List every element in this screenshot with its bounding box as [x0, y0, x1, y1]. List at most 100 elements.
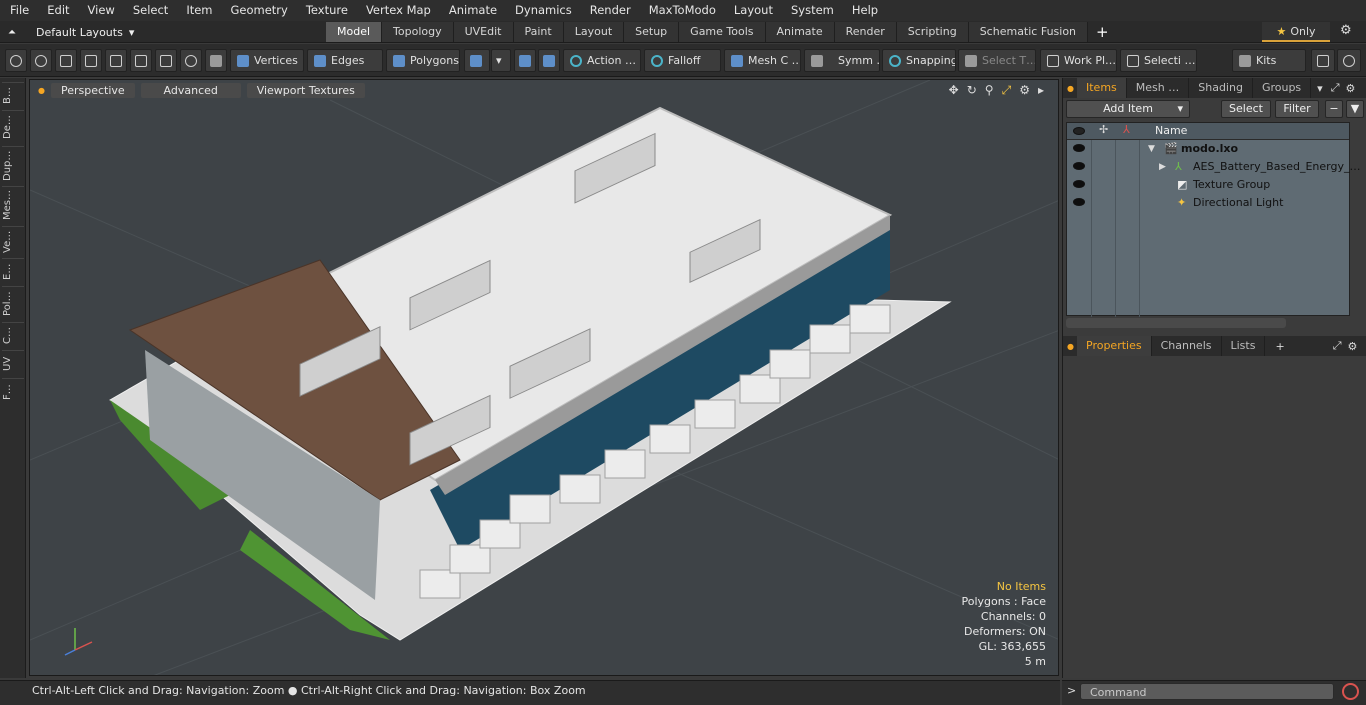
collapse-button[interactable]: −	[1325, 100, 1343, 118]
item-row-directional-light[interactable]: ✦ Directional Light	[1067, 194, 1349, 212]
funnel-button[interactable]: ▼	[1346, 100, 1364, 118]
expand-icon[interactable]: ⤢	[1333, 339, 1342, 353]
menu-render[interactable]: Render	[581, 0, 640, 21]
menu-vertex-map[interactable]: Vertex Map	[357, 0, 440, 21]
transform-button[interactable]	[105, 49, 127, 72]
tab-setup[interactable]: Setup	[624, 22, 680, 42]
symmetry-y-button[interactable]	[538, 49, 560, 72]
edges-button[interactable]: Edges	[307, 49, 383, 72]
tab-model[interactable]: Model	[326, 22, 383, 42]
cube-view-button[interactable]	[1311, 49, 1335, 72]
visibility-icon[interactable]	[1073, 198, 1085, 206]
brush-button[interactable]	[80, 49, 102, 72]
left-tab-basic[interactable]: B…	[2, 82, 24, 108]
add-item-button[interactable]: Add Item ▾	[1066, 100, 1190, 118]
pie-button[interactable]	[180, 49, 202, 72]
left-tab-duplicate[interactable]: Dup…	[2, 146, 24, 184]
selection-sets-button[interactable]: Selecti …	[1120, 49, 1197, 72]
material-dropdown[interactable]: ▾	[491, 49, 511, 72]
left-tab-edge[interactable]: E…	[2, 258, 24, 284]
gear-icon[interactable]: ⚙	[1348, 340, 1358, 353]
item-mode-button[interactable]	[205, 49, 227, 72]
menu-animate[interactable]: Animate	[440, 0, 506, 21]
frame-button[interactable]	[155, 49, 177, 72]
item-list-scrollbar[interactable]	[1066, 318, 1286, 328]
gear-icon[interactable]: ⚙	[1019, 83, 1030, 98]
filter-button[interactable]: Filter	[1275, 100, 1319, 118]
visibility-icon[interactable]	[1073, 144, 1085, 152]
viewport-textures-button[interactable]: Viewport Textures	[246, 82, 365, 98]
menu-item[interactable]: Item	[177, 0, 221, 21]
left-tab-deform[interactable]: De…	[2, 110, 24, 144]
falloff-button[interactable]: Falloff	[644, 49, 721, 72]
globe-button[interactable]	[30, 49, 52, 72]
tab-animate[interactable]: Animate	[765, 22, 835, 42]
record-icon[interactable]	[1342, 683, 1359, 700]
tab-schematic-fusion[interactable]: Schematic Fusion	[968, 22, 1089, 42]
material-button[interactable]	[464, 49, 490, 72]
item-row-scene[interactable]: ▼ 🎬 modo.lxo	[1067, 140, 1349, 158]
menu-system[interactable]: System	[782, 0, 843, 21]
menu-maxtomodo[interactable]: MaxToModo	[640, 0, 725, 21]
visibility-icon[interactable]	[1073, 180, 1085, 188]
move-icon[interactable]: ✥	[949, 83, 959, 98]
kits-button[interactable]: Kits	[1232, 49, 1306, 72]
menu-file[interactable]: File	[0, 0, 38, 21]
gear-icon[interactable]: ⚙	[1346, 82, 1356, 95]
tab-mesh[interactable]: Mesh …	[1127, 78, 1190, 98]
tab-groups[interactable]: Groups	[1253, 78, 1312, 98]
vertices-button[interactable]: Vertices	[230, 49, 304, 72]
left-tab-uv[interactable]: UV	[2, 350, 24, 376]
left-tab-polygon[interactable]: Pol…	[2, 286, 24, 320]
tab-shading[interactable]: Shading	[1189, 78, 1253, 98]
left-tab-fusion[interactable]: F…	[2, 378, 24, 406]
tab-items[interactable]: Items	[1077, 78, 1127, 98]
tab-channels[interactable]: Channels	[1152, 336, 1222, 356]
menu-geometry[interactable]: Geometry	[222, 0, 297, 21]
center-button[interactable]	[130, 49, 152, 72]
tab-scripting[interactable]: Scripting	[896, 22, 969, 42]
expand-icon[interactable]: ⤢	[1331, 81, 1340, 95]
scene-render[interactable]	[30, 80, 1059, 676]
item-row-texture-group[interactable]: ◩ Texture Group	[1067, 176, 1349, 194]
item-row-mesh[interactable]: ▶ ⅄ AES_Battery_Based_Energy_…	[1067, 158, 1360, 176]
work-plane-button[interactable]: Work Pl…	[1040, 49, 1117, 72]
add-tab-icon[interactable]: +	[1275, 340, 1284, 353]
maximize-icon[interactable]: ⤢	[1002, 83, 1012, 98]
perspective-button[interactable]: Perspective	[50, 82, 135, 98]
expand-triangle-icon[interactable]: ▼	[1148, 140, 1155, 158]
select-circle-button[interactable]	[5, 49, 27, 72]
tab-properties[interactable]: Properties	[1077, 336, 1152, 356]
menu-select[interactable]: Select	[124, 0, 177, 21]
menu-dynamics[interactable]: Dynamics	[506, 0, 581, 21]
rotate-icon[interactable]: ↻	[967, 83, 977, 98]
select-through-button[interactable]: Select T…	[958, 49, 1036, 72]
visibility-icon[interactable]	[1073, 162, 1085, 170]
unreal-button[interactable]	[1337, 49, 1361, 72]
play-icon[interactable]: ▸	[1038, 83, 1044, 98]
action-center-button[interactable]: Action …	[563, 49, 641, 72]
default-layouts-dropdown[interactable]: ⏶ Default Layouts ▾	[8, 23, 134, 41]
left-tab-vertex[interactable]: Ve…	[2, 226, 24, 256]
tab-lists[interactable]: Lists	[1222, 336, 1266, 356]
lasso-button[interactable]	[55, 49, 77, 72]
tab-uvedit[interactable]: UVEdit	[453, 22, 514, 42]
zoom-icon[interactable]: ⚲	[985, 83, 994, 98]
gear-icon[interactable]: ⚙	[1340, 23, 1352, 38]
menu-layout[interactable]: Layout	[725, 0, 782, 21]
tab-layout[interactable]: Layout	[563, 22, 625, 42]
menu-view[interactable]: View	[79, 0, 124, 21]
menu-help[interactable]: Help	[843, 0, 887, 21]
select-button[interactable]: Select	[1221, 100, 1271, 118]
left-tab-curve[interactable]: C…	[2, 322, 24, 348]
tab-render[interactable]: Render	[834, 22, 897, 42]
symmetry-x-button[interactable]	[514, 49, 536, 72]
symmetry-button[interactable]: Symm …	[804, 49, 880, 72]
tab-topology[interactable]: Topology	[382, 22, 454, 42]
left-tab-mesh-edit[interactable]: Mes…	[2, 186, 24, 224]
expand-triangle-icon[interactable]: ▶	[1159, 158, 1166, 176]
menu-texture[interactable]: Texture	[297, 0, 357, 21]
add-tab-icon[interactable]: +	[1096, 22, 1109, 42]
advanced-button[interactable]: Advanced	[140, 82, 241, 98]
mesh-constraints-button[interactable]: Mesh C …	[724, 49, 801, 72]
